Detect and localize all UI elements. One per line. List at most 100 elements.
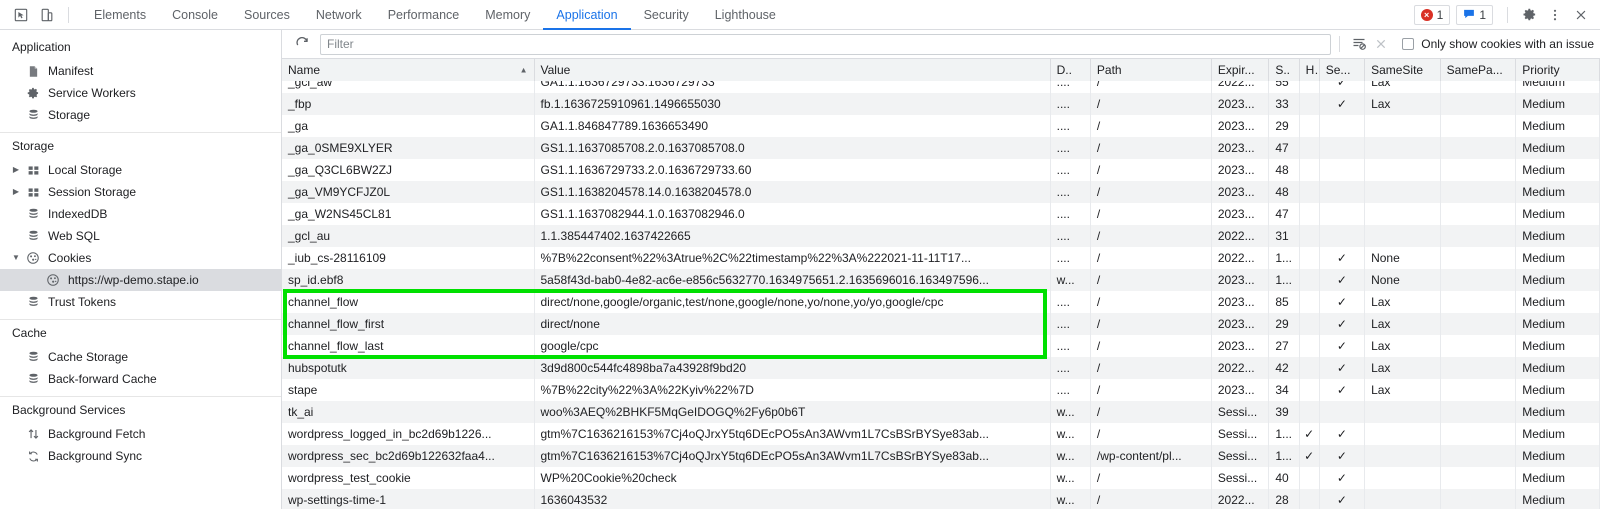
tab-label: Sources [243,7,290,22]
column-header-value[interactable]: Value [534,59,1051,82]
column-header-secure[interactable]: Se... [1319,59,1366,82]
cell-httponly: ✓ [1299,423,1320,445]
column-header-expires[interactable]: Expir... [1211,59,1270,82]
sidebar-item-web-sql[interactable]: ▶Web SQL [0,225,281,247]
sidebar-item-service-workers[interactable]: ▶Service Workers [0,82,281,104]
table-row[interactable]: _ga_W2NS45CL81 GS1.1.1637082944.1.0.16370… [282,203,1600,225]
sidebar-item-cookies[interactable]: ▼ Cookies [0,247,281,269]
table-row[interactable]: wordpress_logged_in_bc2d69b1226... gtm%7C… [282,423,1600,445]
sidebar-item-indexeddb[interactable]: ▶IndexedDB [0,203,281,225]
toolbar-divider [68,6,69,23]
cell-priority: Medium [1515,313,1600,335]
table-row[interactable]: _ga_Q3CL6BW2ZJ GS1.1.1636729733.2.0.16367… [282,159,1600,181]
cell-domain: w... [1050,269,1091,291]
tab-application[interactable]: Application [543,0,631,30]
table-row[interactable]: stape %7B%22city%22%3A%22Kyiv%22%7D..../2… [282,379,1600,401]
refresh-icon[interactable] [290,33,314,55]
cell-domain: .... [1050,335,1091,357]
column-header-priority[interactable]: Priority [1515,59,1600,82]
table-row[interactable]: _ga GA1.1.846847789.1636653490..../2023..… [282,115,1600,137]
filterbar-divider [1339,36,1341,52]
sidebar-item-session-storage[interactable]: ▶ Session Storage [0,181,281,203]
table-row[interactable]: channel_flow_first direct/none..../2023..… [282,313,1600,335]
cell-name: wordpress_logged_in_bc2d69b1226... [282,423,535,445]
message-count-button[interactable]: 1 [1456,4,1493,25]
cell-value: 1.1.385447402.1637422665 [534,225,1051,247]
error-count-button[interactable]: × 1 [1413,4,1451,25]
sidebar-item-label: Service Workers [48,86,136,100]
cell-size: 40 [1268,467,1300,489]
chevron-right-icon[interactable]: ▶ [10,188,22,196]
sidebar-item-background-sync[interactable]: ▶Background Sync [0,445,281,467]
sidebar-item-trust-tokens[interactable]: ▶Trust Tokens [0,291,281,313]
search-input[interactable] [320,33,1332,55]
column-header-path[interactable]: Path [1090,59,1212,82]
chevron-down-icon[interactable]: ▼ [10,254,22,262]
sidebar-item-local-storage[interactable]: ▶ Local Storage [0,159,281,181]
sidebar-item-back-forward-cache[interactable]: ▶Back-forward Cache [0,368,281,390]
tab-sources[interactable]: Sources [231,0,303,30]
table-row[interactable]: _gcl_aw GA1.1.1636729733.1636729733..../2… [282,81,1600,93]
column-header-name[interactable]: Name ▲ [282,59,535,82]
cookies-rows-viewport[interactable]: _gcl_aw GA1.1.1636729733.1636729733..../2… [282,81,1600,509]
gear-icon[interactable] [1516,3,1542,27]
tab-memory[interactable]: Memory [472,0,543,30]
column-header-size[interactable]: S.. [1268,59,1300,82]
table-row[interactable]: channel_flow direct/none,google/organic,t… [282,291,1600,313]
cell-priority: Medium [1515,115,1600,137]
sidebar-section-title: Cache [12,326,47,340]
table-row[interactable]: _iub_cs-28116109 %7B%22consent%22%3Atrue%… [282,247,1600,269]
tab-lighthouse[interactable]: Lighthouse [702,0,789,30]
cell-domain: .... [1050,181,1091,203]
table-row[interactable]: wordpress_test_cookie WP%20Cookie%20check… [282,467,1600,489]
column-header-samesite[interactable]: SameSite [1364,59,1441,82]
column-header-domain[interactable]: D.. [1050,59,1091,82]
tab-security[interactable]: Security [631,0,702,30]
column-header-sameparty[interactable]: SamePa... [1440,59,1517,82]
cell-httponly [1299,225,1320,247]
chevron-right-icon[interactable]: ▶ [10,166,22,174]
cell-samesite [1364,445,1441,467]
table-row[interactable]: _ga_0SME9XLYER GS1.1.1637085708.2.0.16370… [282,137,1600,159]
cell-secure: ✓ [1319,247,1366,269]
table-row[interactable]: tk_ai woo%3AEQ%2BHKF5MqGeIDOGQ%2Fy6p0b6T w… [282,401,1600,423]
cookies-header-table: Name ▲ Value D.. Path Expir... S.. H Se... SameSi… [282,59,1600,82]
sidebar-item-background-fetch[interactable]: ▶Background Fetch [0,423,281,445]
cell-httponly [1299,181,1320,203]
cell-priority: Medium [1515,203,1600,225]
cell-expires: 2022... [1211,225,1270,247]
sidebar-item-manifest[interactable]: ▶Manifest [0,60,281,82]
tab-elements[interactable]: Elements [81,0,159,30]
device-toolbar-icon[interactable] [34,3,60,27]
message-bubble-icon [1463,8,1475,22]
tab-console[interactable]: Console [159,0,231,30]
sidebar-separator [0,319,281,320]
cell-size: 47 [1268,137,1300,159]
tab-network[interactable]: Network [303,0,375,30]
tab-performance[interactable]: Performance [375,0,473,30]
cell-expires: 2023... [1211,159,1270,181]
table-row[interactable]: sp_id.ebf8 5a58f43d-bab0-4e82-ac6e-e856c5… [282,269,1600,291]
table-row[interactable]: wp-settings-time-1 1636043532 w.../2022...… [282,489,1600,509]
inspect-cursor-icon[interactable] [8,3,34,27]
cell-domain: .... [1050,291,1091,313]
kebab-menu-icon[interactable] [1542,3,1568,27]
cell-expires: 2023... [1211,93,1270,115]
table-row[interactable]: channel_flow_last google/cpc..../2023... 2… [282,335,1600,357]
close-icon[interactable] [1568,3,1594,27]
cell-priority: Medium [1515,247,1600,269]
sidebar-item-storage[interactable]: ▶Storage [0,104,281,126]
sidebar-item-cache-storage[interactable]: ▶Cache Storage [0,346,281,368]
table-row[interactable]: _ga_VM9YCFJZ0L GS1.1.1638204578.14.0.1638… [282,181,1600,203]
cell-sameparty [1440,379,1517,401]
cell-priority: Medium [1515,269,1600,291]
column-header-httponly[interactable]: H [1299,59,1320,82]
clear-filtered-cookies-icon[interactable] [1348,33,1370,55]
only-issues-checkbox[interactable]: Only show cookies with an issue [1402,37,1594,51]
clear-all-cookies-icon[interactable] [1370,33,1392,55]
table-row[interactable]: _fbp fb.1.1636725910961.1496655030..../20… [282,93,1600,115]
table-row[interactable]: wordpress_sec_bc2d69b122632faa4... gtm%7C… [282,445,1600,467]
table-row[interactable]: _gcl_au 1.1.385447402.1637422665..../2022… [282,225,1600,247]
table-row[interactable]: hubspotutk 3d9d800c544fc4898ba7a43928f9bd… [282,357,1600,379]
sidebar-item-https-wp-demo-stape-io[interactable]: ▶https://wp-demo.stape.io [0,269,281,291]
